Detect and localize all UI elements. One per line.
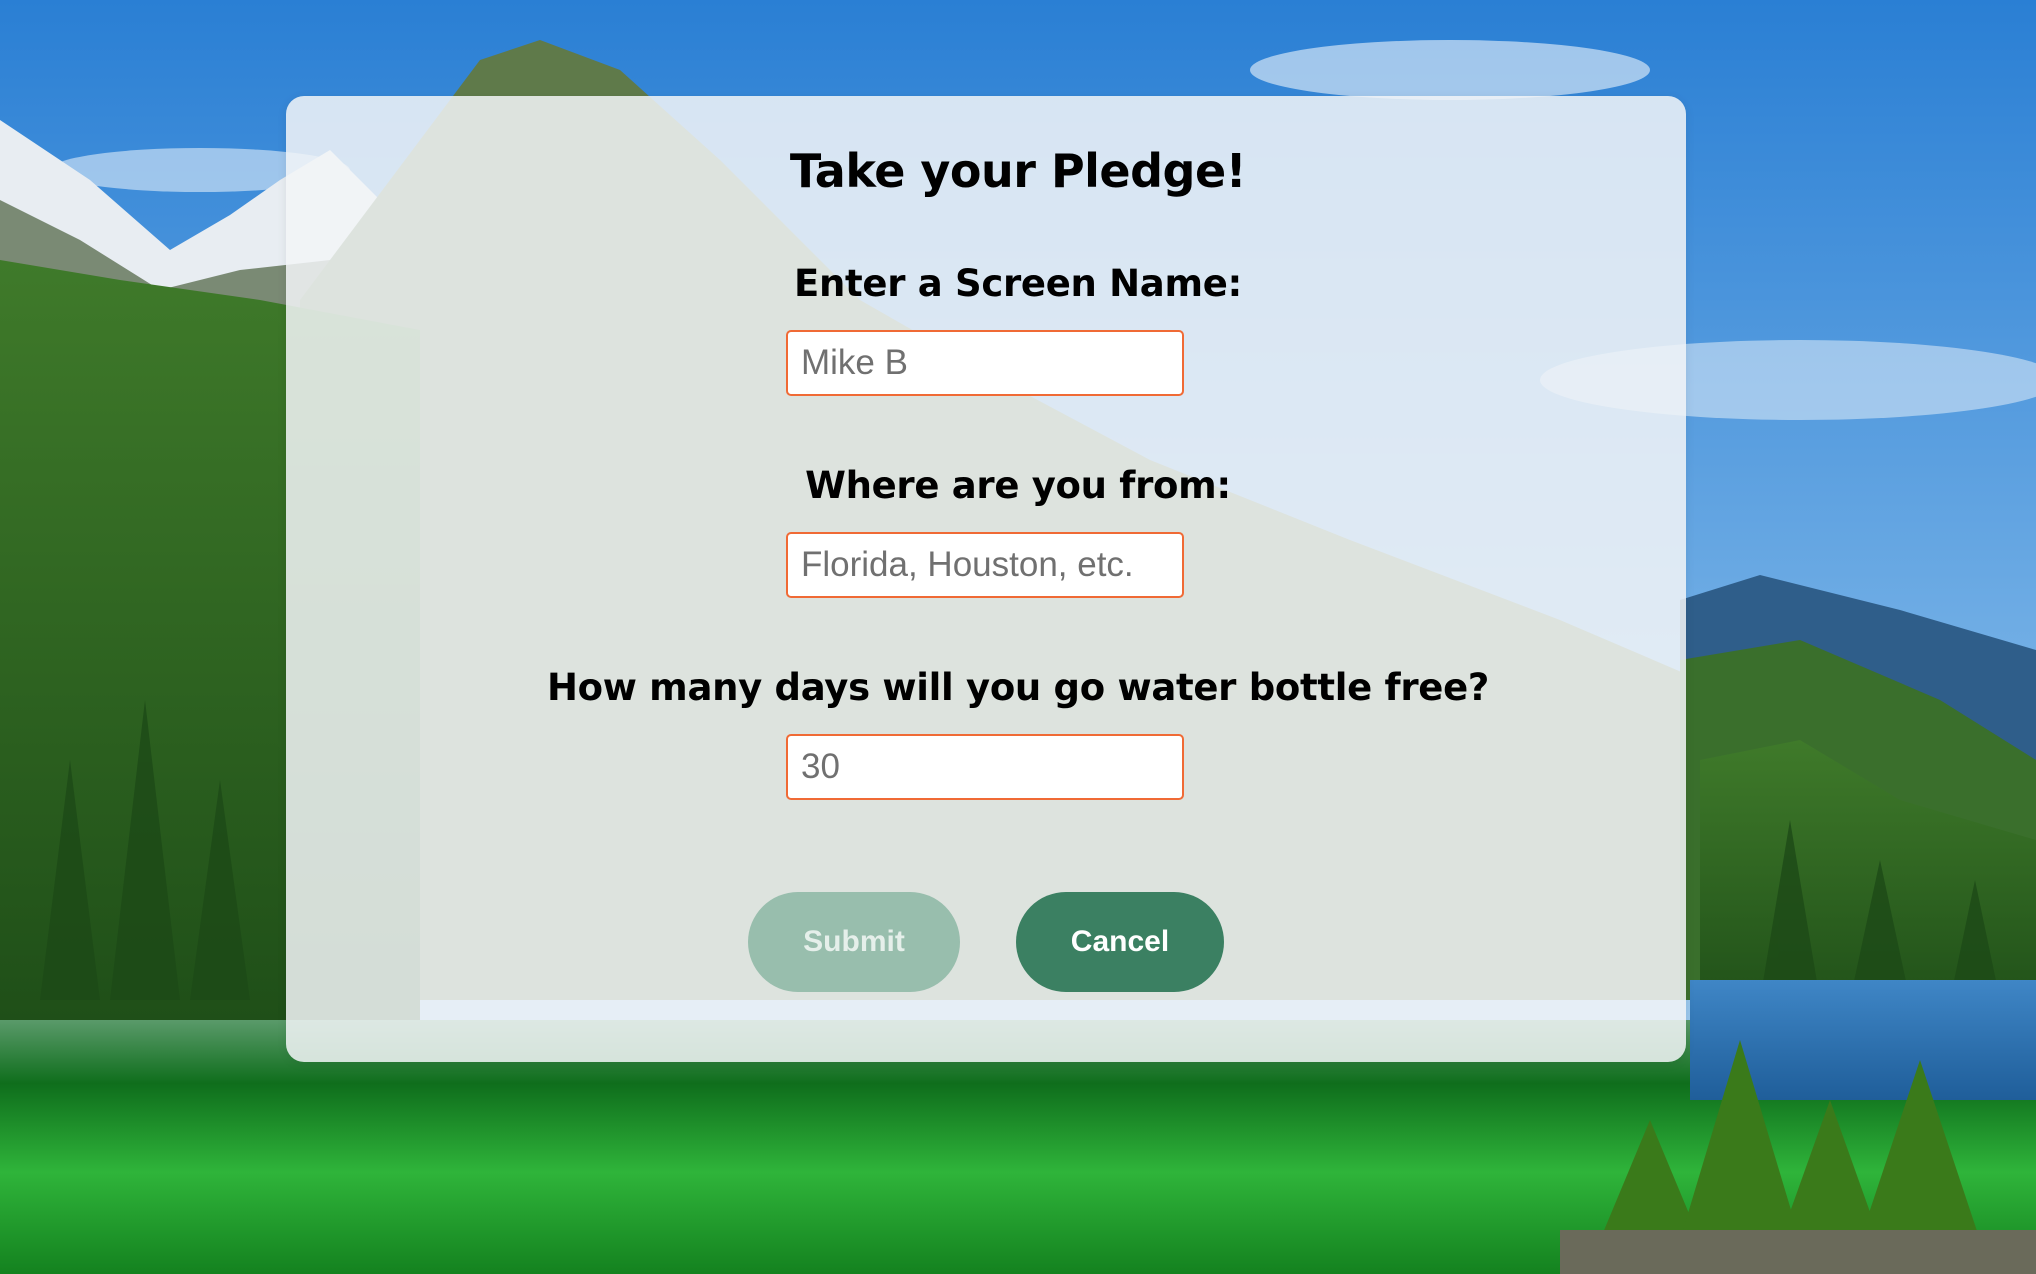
location-label: Where are you from: [805, 464, 1231, 507]
days-label: How many days will you go water bottle f… [546, 666, 1490, 709]
location-input[interactable] [786, 532, 1184, 598]
cancel-button[interactable]: Cancel [1016, 892, 1224, 992]
submit-button[interactable]: Submit [748, 892, 960, 992]
screen-name-label: Enter a Screen Name: [794, 262, 1242, 305]
form-title: Take your Pledge! [789, 144, 1247, 198]
screen-name-input[interactable] [786, 330, 1184, 396]
days-input[interactable] [786, 734, 1184, 800]
